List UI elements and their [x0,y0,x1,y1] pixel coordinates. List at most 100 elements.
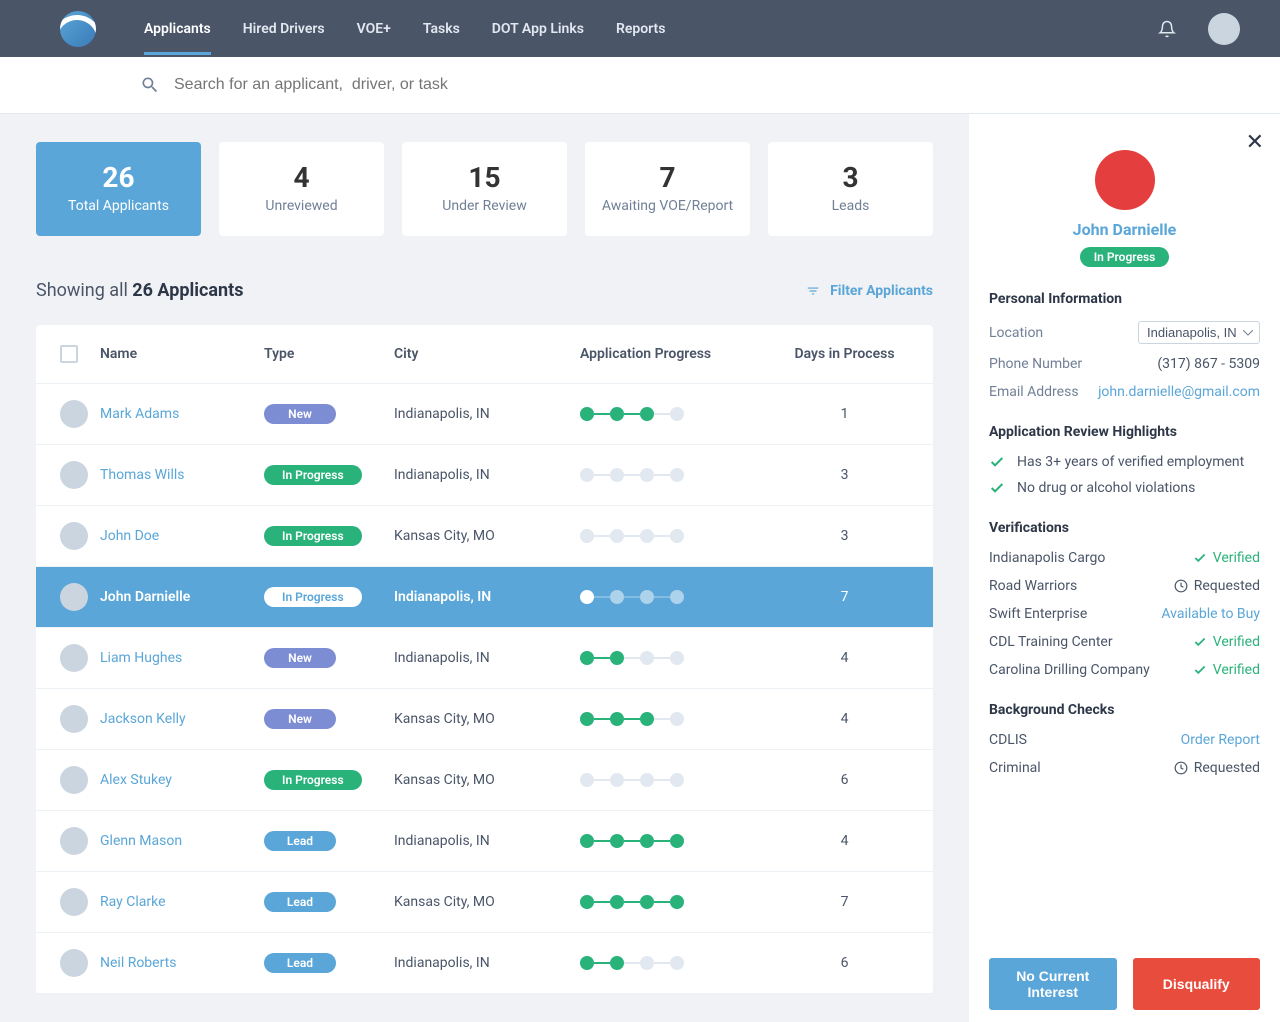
type-badge: Lead [264,953,336,973]
email-value[interactable]: john.darnielle@gmail.com [1098,384,1260,400]
progress-meter [580,651,780,665]
verification-row: Road WarriorsRequested [989,578,1260,594]
type-badge: Lead [264,831,336,851]
row-city: Kansas City, MO [394,528,495,544]
table-row[interactable]: Glenn MasonLeadIndianapolis, IN4 [36,811,933,872]
table-row[interactable]: John DoeIn ProgressKansas City, MO3 [36,506,933,567]
stat-number: 26 [46,164,191,192]
verification-status[interactable]: Available to Buy [1161,606,1260,622]
type-badge: New [264,648,336,668]
nav-item-applicants[interactable]: Applicants [144,3,211,55]
search-input[interactable] [174,76,1140,94]
type-badge: In Progress [264,465,362,485]
personal-info-section: Personal Information Location Indianapol… [989,291,1260,400]
stat-label: Leads [778,198,923,214]
highlight-item: No drug or alcohol violations [989,480,1260,496]
row-name[interactable]: Alex Stukey [100,772,172,788]
row-avatar [60,461,88,489]
showing-label: Showing all 26 Applicants [36,280,243,301]
stats-row: 26 Total Applicants 4Unreviewed15Under Rev… [36,142,933,236]
row-name[interactable]: Glenn Mason [100,833,182,849]
stat-card-unreviewed[interactable]: 4Unreviewed [219,142,384,236]
type-badge: In Progress [264,587,362,607]
table-row[interactable]: Alex StukeyIn ProgressKansas City, MO6 [36,750,933,811]
stat-card-leads[interactable]: 3Leads [768,142,933,236]
row-name[interactable]: Neil Roberts [100,955,176,971]
stat-number: 4 [229,164,374,192]
check-icon [1193,635,1207,649]
highlights-title: Application Review Highlights [989,424,1260,440]
row-city: Indianapolis, IN [394,406,490,422]
verification-status: Verified [1193,634,1260,650]
table-row[interactable]: John DarnielleIn ProgressIndianapolis, I… [36,567,933,628]
brand-logo[interactable] [60,11,96,47]
row-name[interactable]: Liam Hughes [100,650,182,666]
table-header: Name Type City Application Progress Days… [36,325,933,384]
row-avatar [60,583,88,611]
row-avatar [60,705,88,733]
row-days: 4 [841,711,849,727]
row-days: 3 [841,467,849,483]
row-name[interactable]: Mark Adams [100,406,179,422]
filter-applicants-button[interactable]: Filter Applicants [806,283,933,299]
col-days[interactable]: Days in Process [780,346,909,362]
progress-meter [580,895,780,909]
background-checks-section: Background Checks CDLISOrder Report Crimi… [989,702,1260,776]
table-row[interactable]: Jackson KellyNewKansas City, MO4 [36,689,933,750]
row-city: Kansas City, MO [394,894,495,910]
nav-item-dot-app-links[interactable]: DOT App Links [492,3,584,55]
table-row[interactable]: Ray ClarkeLeadKansas City, MO7 [36,872,933,933]
search-bar [0,57,1280,114]
table-header-controls: Showing all 26 Applicants Filter Applica… [36,280,933,301]
select-all-checkbox[interactable] [60,345,78,363]
disqualify-button[interactable]: Disqualify [1133,958,1261,1010]
table-row[interactable]: Thomas Wills In Progress Indianapolis, IN 3 [36,445,933,506]
row-avatar [60,766,88,794]
user-avatar[interactable] [1208,13,1240,45]
verification-row: CDLISOrder Report [989,732,1260,748]
nav-item-tasks[interactable]: Tasks [423,3,460,55]
row-avatar [60,949,88,977]
verification-row: CriminalRequested [989,760,1260,776]
row-days: 6 [841,772,849,788]
table-row[interactable]: Liam HughesNewIndianapolis, IN4 [36,628,933,689]
row-name[interactable]: Thomas Wills [100,467,185,483]
stat-card-total-applicants[interactable]: 26 Total Applicants [36,142,201,236]
progress-meter [580,590,780,604]
location-select[interactable]: Indianapolis, IN [1138,321,1260,344]
nav-item-reports[interactable]: Reports [616,3,666,55]
row-name[interactable]: John Doe [100,528,159,544]
verification-name: Swift Enterprise [989,606,1087,622]
detail-panel: ✕ John Darnielle In Progress Personal In… [969,114,1280,1022]
stat-card-awaiting-voe-report[interactable]: 7Awaiting VOE/Report [585,142,750,236]
bell-icon[interactable] [1158,20,1176,38]
verification-status[interactable]: Order Report [1181,732,1260,748]
stat-label: Awaiting VOE/Report [595,198,740,214]
row-name[interactable]: Ray Clarke [100,894,166,910]
nav-item-voe-[interactable]: VOE+ [357,3,391,55]
stat-label: Total Applicants [46,198,191,214]
row-avatar [60,400,88,428]
row-name[interactable]: Jackson Kelly [100,711,186,727]
verification-name: Carolina Drilling Company [989,662,1150,678]
table-row[interactable]: Mark AdamsNewIndianapolis, IN1 [36,384,933,445]
verification-status: Verified [1193,550,1260,566]
verification-name: Indianapolis Cargo [989,550,1105,566]
row-days: 7 [841,894,849,910]
nav-item-hired-drivers[interactable]: Hired Drivers [243,3,325,55]
applicant-status-badge: In Progress [1080,247,1170,267]
bg-title: Background Checks [989,702,1260,718]
row-name[interactable]: John Darnielle [100,589,190,605]
row-city: Indianapolis, IN [394,467,490,483]
type-badge: In Progress [264,770,362,790]
col-type[interactable]: Type [264,346,394,362]
row-days: 4 [841,650,849,666]
progress-meter [580,407,780,421]
col-city[interactable]: City [394,346,580,362]
col-progress[interactable]: Application Progress [580,346,780,362]
stat-card-under-review[interactable]: 15Under Review [402,142,567,236]
col-name[interactable]: Name [100,346,264,362]
table-row[interactable]: Neil RobertsLeadIndianapolis, IN6 [36,933,933,994]
close-icon[interactable]: ✕ [1246,130,1264,155]
no-current-interest-button[interactable]: No Current Interest [989,958,1117,1010]
